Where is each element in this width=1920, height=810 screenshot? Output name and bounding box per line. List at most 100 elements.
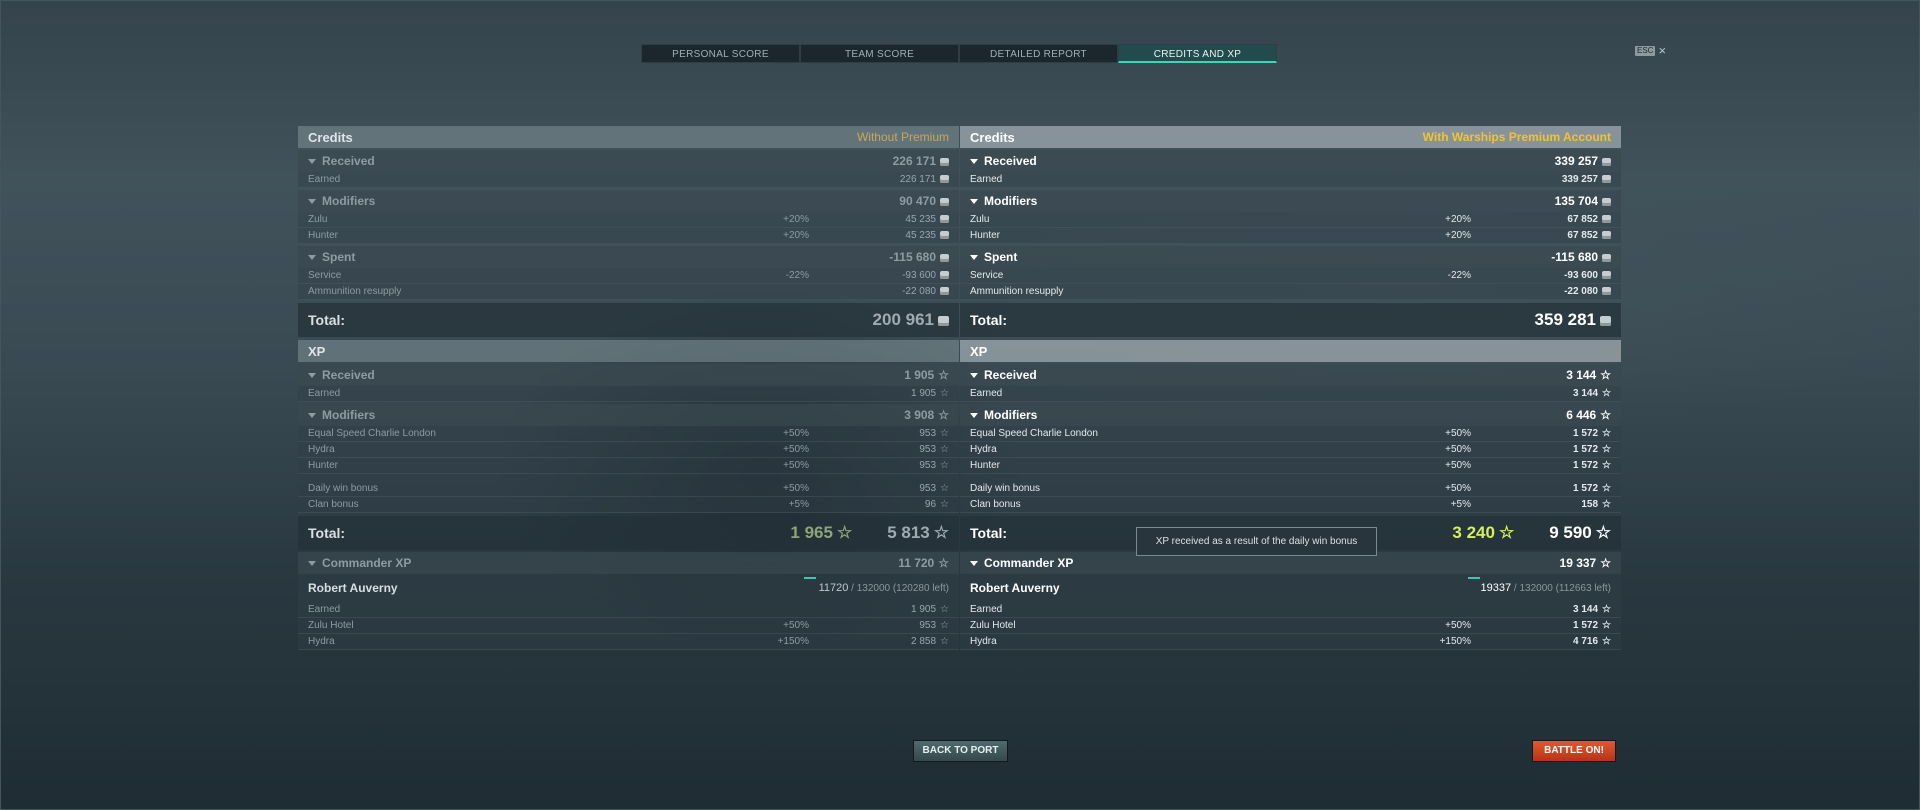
row-value: 3 144 ☆ — [1573, 604, 1611, 615]
xp-received-group[interactable]: Received 1 905 ☆ — [298, 364, 959, 386]
without-premium-panel: Credits Without Premium Received 226 171 Ear… — [298, 126, 959, 650]
row-value: -22 080 — [1471, 286, 1611, 297]
free-xp-total-value: 1 965 ☆ — [790, 523, 853, 542]
group-label: Commander XP — [322, 556, 412, 570]
credits-spent-group[interactable]: Spent -115 680 — [960, 246, 1621, 268]
row-daily: Daily win bonus +50% 953 ☆ — [298, 481, 959, 497]
row-modifier: +20% — [783, 230, 809, 241]
row-value: 2 858 ☆ — [911, 636, 949, 647]
credits-received-group[interactable]: Received 226 171 — [298, 150, 959, 172]
commander-progress-bar — [804, 577, 816, 579]
tab-personal-score[interactable]: PERSONAL SCORE — [641, 44, 800, 63]
credits-spent-group[interactable]: Spent -115 680 — [298, 246, 959, 268]
xp-section-header: XP — [298, 340, 959, 362]
row-modifier: +50% — [783, 460, 809, 471]
row-modifier: +5% — [1450, 499, 1471, 510]
row-value: 953 ☆ — [919, 460, 949, 471]
credits-icon — [1600, 315, 1611, 326]
row-zulu: Zulu +20% 67 852 — [960, 212, 1621, 228]
credits-received-group[interactable]: Received 339 257 — [960, 150, 1621, 172]
credits-icon — [940, 287, 949, 296]
row-hydra: Hydra +50% 953 ☆ — [298, 442, 959, 458]
row-label: Zulu Hotel — [308, 620, 354, 631]
row-label: Hydra — [308, 444, 335, 455]
row-value: 1 572 ☆ — [1573, 620, 1611, 631]
tab-credits-and-xp[interactable]: CREDITS AND XP — [1118, 44, 1277, 63]
xp-star-icon: ☆ — [1602, 636, 1611, 647]
battle-on-button[interactable]: BATTLE ON! — [1532, 740, 1616, 762]
xp-star-icon: ☆ — [1602, 604, 1611, 615]
xp-received-group[interactable]: Received 3 144 ☆ — [960, 364, 1621, 386]
group-value: 19 337 ☆ — [1559, 556, 1611, 570]
row-label: Hydra — [308, 636, 335, 647]
row-escl: Equal Speed Charlie London +50% 953 ☆ — [298, 426, 959, 442]
row-value: 953 ☆ — [919, 483, 949, 494]
row-label: Daily win bonus — [308, 483, 379, 494]
row-value: 1 572 ☆ — [1573, 428, 1611, 439]
xp-star-icon: ☆ — [940, 460, 949, 471]
back-to-port-button[interactable]: BACK TO PORT — [913, 740, 1008, 762]
row-label: Hunter — [970, 230, 1001, 241]
group-value: 339 257 — [1555, 154, 1611, 168]
xp-star-icon: ☆ — [1602, 460, 1611, 471]
xp-star-icon: ☆ — [938, 408, 949, 422]
xp-star-icon: ☆ — [1602, 444, 1611, 455]
credits-total: Total: 359 281 — [960, 303, 1621, 337]
row-escl: Equal Speed Charlie London +50% 1 572 ☆ — [960, 426, 1621, 442]
row-hydra: Hydra +50% 1 572 ☆ — [960, 442, 1621, 458]
row-service: Service -22% -93 600 — [960, 268, 1621, 284]
credits-total-value: 200 961 — [873, 310, 949, 330]
xp-star-icon: ☆ — [938, 556, 949, 570]
collapse-triangle-icon — [970, 198, 978, 204]
row-hunter: Hunter +20% 67 852 — [960, 228, 1621, 244]
xp-star-icon: ☆ — [1602, 428, 1611, 439]
tooltip: XP received as a result of the daily win… — [1136, 527, 1377, 556]
collapse-triangle-icon — [308, 560, 316, 566]
row-label: Service — [308, 270, 342, 281]
credits-icon — [940, 271, 949, 280]
row-label: Hunter — [970, 460, 1001, 471]
row-label: Earned — [970, 388, 1003, 399]
row-value: 3 144 ☆ — [1573, 388, 1611, 399]
row-xp-hunter: Hunter +50% 953 ☆ — [298, 458, 959, 474]
commander-xp-group[interactable]: Commander XP 11 720 ☆ — [298, 552, 959, 574]
section-title: XP — [308, 343, 326, 359]
total-label: Total: — [308, 525, 346, 541]
group-value: 3 908 ☆ — [904, 408, 949, 422]
credits-modifiers-group[interactable]: Modifiers 135 704 — [960, 190, 1621, 212]
row-modifier: +50% — [1445, 428, 1471, 439]
row-label: Ammunition resupply — [970, 286, 1064, 297]
collapse-triangle-icon — [308, 372, 316, 378]
credits-icon — [1602, 253, 1611, 262]
tab-detailed-report[interactable]: DETAILED REPORT — [959, 44, 1118, 63]
row-value: 953 ☆ — [919, 620, 949, 631]
row-value: 158 ☆ — [1581, 499, 1611, 510]
xp-star-icon: ☆ — [1600, 556, 1611, 570]
row-value: 953 ☆ — [919, 428, 949, 439]
xp-star-icon: ☆ — [940, 483, 949, 494]
credits-modifiers-group[interactable]: Modifiers 90 470 — [298, 190, 959, 212]
row-value: -93 600 — [1471, 270, 1611, 281]
xp-star-icon: ☆ — [1602, 499, 1611, 510]
row-label: Hunter — [308, 230, 339, 241]
section-title: Credits — [308, 129, 353, 145]
xp-modifiers-group[interactable]: Modifiers 6 446 ☆ — [960, 404, 1621, 426]
close-button[interactable]: ESC × — [1635, 44, 1666, 57]
row-hunter: Hunter +20% 45 235 — [298, 228, 959, 244]
group-value: 1 905 ☆ — [904, 368, 949, 382]
credits-icon — [940, 253, 949, 262]
row-zulu-hotel: Zulu Hotel +50% 953 ☆ — [298, 618, 959, 634]
xp-section-header: XP — [960, 340, 1621, 362]
xp-star-icon: ☆ — [1602, 483, 1611, 494]
credits-total-value: 359 281 — [1535, 310, 1611, 330]
tab-team-score[interactable]: TEAM SCORE — [800, 44, 959, 63]
credits-icon — [1602, 287, 1611, 296]
collapse-triangle-icon — [308, 198, 316, 204]
row-modifier: +20% — [1445, 230, 1471, 241]
credits-icon — [940, 231, 949, 240]
row-value: 1 572 ☆ — [1573, 460, 1611, 471]
xp-modifiers-group[interactable]: Modifiers 3 908 ☆ — [298, 404, 959, 426]
row-label: Hydra — [970, 444, 997, 455]
group-value: 3 144 ☆ — [1566, 368, 1611, 382]
group-value: -115 680 — [1551, 250, 1611, 264]
